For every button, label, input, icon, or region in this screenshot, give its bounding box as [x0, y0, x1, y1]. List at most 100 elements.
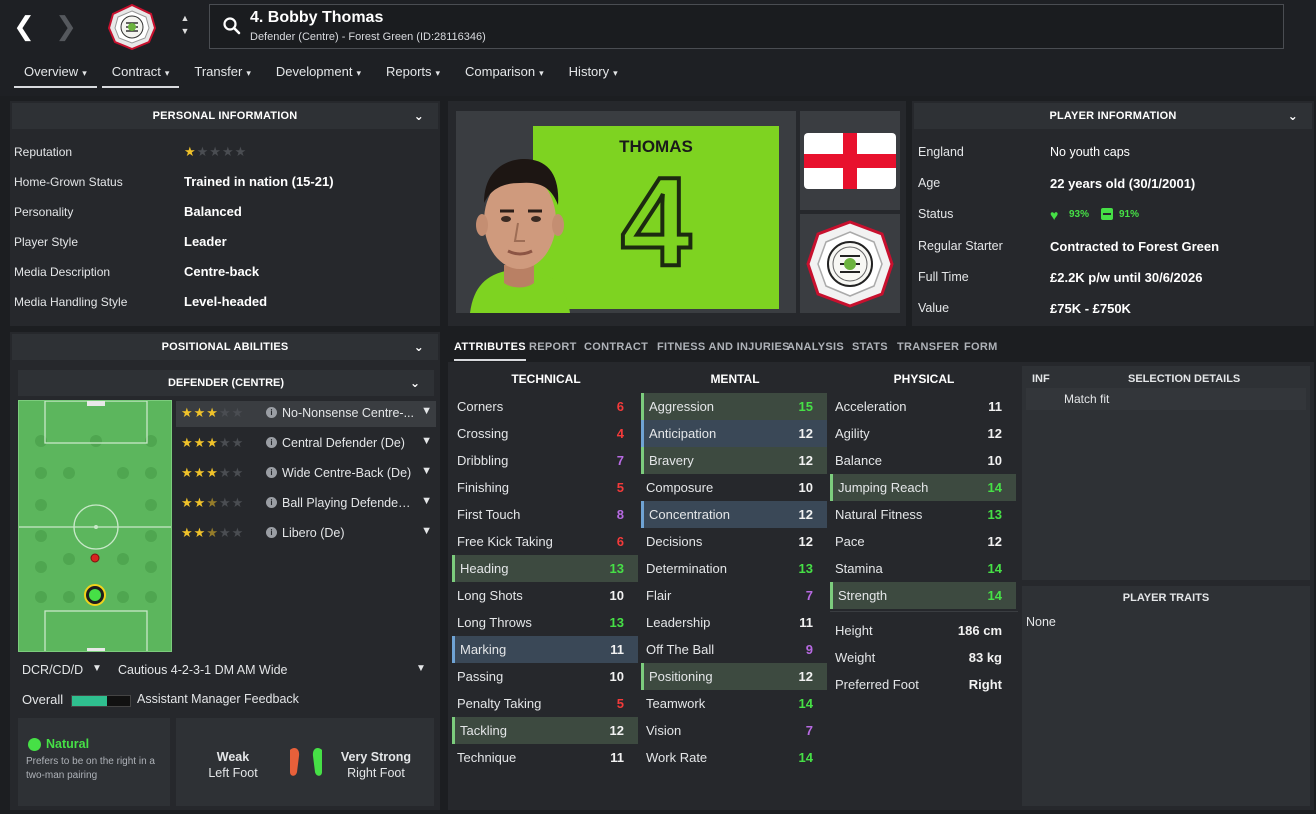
chevron-down-icon[interactable]: ▼	[421, 525, 432, 537]
positional-abilities-header[interactable]: POSITIONAL ABILITIES ⌄	[12, 334, 438, 360]
position-header[interactable]: DEFENDER (CENTRE) ⌄	[18, 370, 434, 396]
attribute-name: Work Rate	[646, 750, 708, 765]
chevron-down-icon[interactable]: ⌄	[410, 370, 420, 396]
role-row[interactable]: ★★★★★ i No-Nonsense Centre-... ▼	[176, 401, 436, 427]
attribute-row[interactable]: Strength 14	[830, 582, 1016, 609]
position-select[interactable]: DCR/CD/D ▼	[18, 658, 108, 682]
role-row[interactable]: ★★★★★ i Central Defender (De) ▼	[176, 431, 436, 457]
mental-header: MENTAL	[710, 372, 760, 386]
attribute-row[interactable]: Long Shots 10	[452, 582, 638, 609]
chevron-down-icon[interactable]: ⌄	[414, 334, 424, 360]
attribute-row[interactable]: Dribbling 7	[452, 447, 638, 474]
tab-comparison[interactable]: Comparison ▾	[455, 56, 554, 88]
physical-header: PHYSICAL	[893, 372, 955, 386]
tab-overview[interactable]: Overview ▾	[14, 56, 97, 88]
attribute-row[interactable]: Corners 6	[452, 393, 638, 420]
chevron-down-icon[interactable]: ⌄	[414, 103, 424, 129]
attribute-row[interactable]: Acceleration 11	[830, 393, 1016, 420]
attribute-row[interactable]: Pace 12	[830, 528, 1016, 555]
role-row[interactable]: ★★★★★ i Ball Playing Defender (... ▼	[176, 491, 436, 517]
attribute-row[interactable]: Flair 7	[641, 582, 827, 609]
attribute-value: 4	[616, 426, 624, 441]
chevron-down-icon[interactable]: ⌄	[1288, 103, 1298, 129]
attribute-row[interactable]: Natural Fitness 13	[830, 501, 1016, 528]
subtab-transfer[interactable]: TRANSFER	[897, 341, 959, 353]
tab-transfer[interactable]: Transfer ▾	[184, 56, 260, 88]
england-flag-icon[interactable]	[804, 133, 896, 189]
chevron-down-icon[interactable]: ▼	[421, 435, 432, 447]
assistant-feedback-link[interactable]: Assistant Manager Feedback	[137, 692, 299, 706]
player-search-box[interactable]: 4. Bobby Thomas Defender (Centre) - Fore…	[209, 4, 1284, 49]
attribute-row[interactable]: Marking 11	[452, 636, 638, 663]
personal-information-header[interactable]: PERSONAL INFORMATION ⌄	[12, 103, 438, 129]
natural-position-card: Natural Prefers to be on the right in a …	[18, 718, 170, 806]
attribute-row[interactable]: Tackling 12	[452, 717, 638, 744]
attribute-row[interactable]: Decisions 12	[641, 528, 827, 555]
tactic-select[interactable]: Cautious 4-2-3-1 DM AM Wide ▼	[114, 658, 436, 682]
chevron-down-icon[interactable]: ▼	[421, 405, 432, 417]
subtab-stats[interactable]: STATS	[852, 341, 888, 353]
info-icon[interactable]: i	[266, 407, 277, 418]
attribute-row[interactable]: Positioning 12	[641, 663, 827, 690]
info-icon[interactable]: i	[266, 527, 277, 538]
subtab-attributes[interactable]: ATTRIBUTES	[454, 341, 526, 361]
attribute-row[interactable]: Bravery 12	[641, 447, 827, 474]
player-information-header[interactable]: PLAYER INFORMATION ⌄	[914, 103, 1312, 129]
subtab-report[interactable]: REPORT	[529, 341, 577, 353]
attribute-value: 7	[805, 723, 813, 738]
club-crest-icon[interactable]	[107, 4, 157, 50]
info-icon[interactable]: i	[266, 497, 277, 508]
attribute-row[interactable]: Leadership 11	[641, 609, 827, 636]
attribute-row[interactable]: Aggression 15	[641, 393, 827, 420]
attribute-row[interactable]: Vision 7	[641, 717, 827, 744]
subtab-contract[interactable]: CONTRACT	[584, 341, 648, 353]
attribute-row[interactable]: Composure 10	[641, 474, 827, 501]
tab-history[interactable]: History ▾	[559, 56, 628, 88]
attribute-row[interactable]: Agility 12	[830, 420, 1016, 447]
attribute-row[interactable]: Long Throws 13	[452, 609, 638, 636]
tab-development[interactable]: Development ▾	[266, 56, 371, 88]
chevron-up-icon[interactable]: ▲	[178, 12, 192, 25]
player-switcher[interactable]: ▲ ▼	[178, 12, 192, 38]
role-row[interactable]: ★★★★★ i Libero (De) ▼	[176, 521, 436, 547]
club-crest-icon[interactable]	[806, 220, 894, 308]
attribute-row[interactable]: Off The Ball 9	[641, 636, 827, 663]
chevron-down-icon[interactable]: ▼	[416, 663, 426, 674]
attribute-row[interactable]: Determination 13	[641, 555, 827, 582]
value-row: Value £75K - £750K	[918, 301, 1131, 316]
chevron-down-icon[interactable]: ▼	[92, 663, 102, 674]
attribute-row[interactable]: Penalty Taking 5	[452, 690, 638, 717]
forward-button[interactable]: ❯	[52, 12, 80, 42]
attribute-row[interactable]: Work Rate 14	[641, 744, 827, 771]
subtab-fitness-injuries[interactable]: FITNESS AND INJURIES	[657, 341, 790, 353]
attribute-row[interactable]: Anticipation 12	[641, 420, 827, 447]
role-row[interactable]: ★★★★★ i Wide Centre-Back (De) ▼	[176, 461, 436, 487]
attribute-row[interactable]: Jumping Reach 14	[830, 474, 1016, 501]
chevron-down-icon[interactable]: ▼	[178, 25, 192, 38]
info-icon[interactable]: i	[266, 467, 277, 478]
attribute-row[interactable]: Finishing 5	[452, 474, 638, 501]
attribute-row[interactable]: First Touch 8	[452, 501, 638, 528]
attribute-value: 6	[616, 534, 624, 549]
chevron-down-icon: ▾	[82, 68, 87, 78]
info-icon[interactable]: i	[266, 437, 277, 448]
attribute-row[interactable]: Stamina 14	[830, 555, 1016, 582]
attribute-row[interactable]: Passing 10	[452, 663, 638, 690]
back-button[interactable]: ❮	[10, 12, 38, 42]
chevron-down-icon[interactable]: ▼	[421, 465, 432, 477]
attribute-name: Free Kick Taking	[457, 534, 553, 549]
attribute-value: 10	[609, 588, 624, 603]
attribute-row[interactable]: Free Kick Taking 6	[452, 528, 638, 555]
attribute-row[interactable]: Concentration 12	[641, 501, 827, 528]
subtab-form[interactable]: FORM	[964, 341, 998, 353]
attribute-row[interactable]: Balance 10	[830, 447, 1016, 474]
attribute-row[interactable]: Crossing 4	[452, 420, 638, 447]
attribute-row[interactable]: Heading 13	[452, 555, 638, 582]
attribute-row[interactable]: Teamwork 14	[641, 690, 827, 717]
attribute-row[interactable]: Technique 11	[452, 744, 638, 771]
tab-reports[interactable]: Reports ▾	[376, 56, 450, 88]
tab-contract[interactable]: Contract ▾	[101, 56, 180, 88]
chevron-down-icon[interactable]: ▼	[421, 495, 432, 507]
attribute-name: Aggression	[649, 399, 715, 414]
subtab-analysis[interactable]: ANALYSIS	[787, 341, 844, 353]
